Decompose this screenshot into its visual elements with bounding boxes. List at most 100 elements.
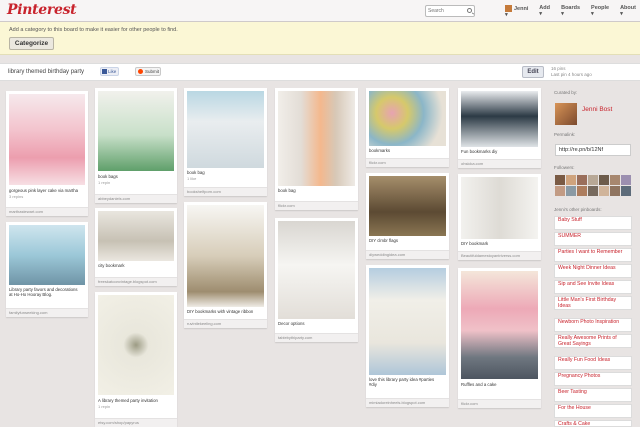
pin-source[interactable]: etsy.com/shop/papyrus	[98, 420, 139, 425]
curator-name[interactable]: Jenni Bost	[582, 106, 622, 113]
other-board-link[interactable]: Parties I want to Remember	[554, 248, 632, 262]
pin-card[interactable]: DIY bookmarks with vintage ribbon ruvint…	[184, 202, 267, 328]
other-board-link[interactable]: Week Night Dinner Ideas	[554, 264, 632, 278]
follower-avatar[interactable]	[577, 175, 587, 185]
follower-avatar[interactable]	[577, 186, 587, 196]
pin-image[interactable]	[98, 91, 174, 171]
pin-image[interactable]	[98, 211, 174, 261]
follower-avatar[interactable]	[566, 186, 576, 196]
search-input[interactable]	[426, 6, 464, 16]
follower-avatar[interactable]	[599, 175, 609, 185]
other-board-link[interactable]: Really Fun Food Ideas	[554, 356, 632, 370]
pin-source[interactable]: bookshelfporn.com	[187, 189, 221, 194]
other-board-link[interactable]: For the House	[554, 404, 632, 418]
pin-image[interactable]	[278, 221, 355, 319]
nav-boards[interactable]: Boards ▾	[561, 5, 584, 17]
other-board-link[interactable]: SUMMER	[554, 232, 632, 246]
pin-card[interactable]: A library themed party invitation 1 repi…	[95, 292, 177, 427]
pin-image[interactable]	[278, 91, 355, 186]
pin-card[interactable]: DIY clmbr flags diyweddingidea.com	[366, 173, 449, 259]
pin-source[interactable]: marthastewart.com	[9, 209, 43, 214]
other-board-link[interactable]: Baby Stuff	[554, 216, 632, 230]
follower-avatar[interactable]	[588, 186, 598, 196]
reddit-submit-button[interactable]: Submit	[135, 67, 161, 76]
pin-footer: diyweddingidea.com	[366, 250, 449, 259]
follower-avatar[interactable]	[588, 175, 598, 185]
pin-source[interactable]: familyfunseeking.com	[9, 310, 47, 315]
facebook-like-button[interactable]: Like	[100, 67, 119, 76]
pin-source[interactable]: Beautifuldamestoyantriverss.com	[461, 253, 520, 258]
pin-image[interactable]	[369, 176, 446, 236]
nav-add[interactable]: Add ▾	[539, 5, 554, 17]
other-board-link[interactable]: Newborn Photo Inspiration	[554, 318, 632, 332]
other-board-link[interactable]: Crafts & Cake	[554, 420, 632, 427]
pin-source[interactable]: ohsicka.com	[461, 161, 483, 166]
categorize-button[interactable]: Categorize	[9, 37, 54, 50]
pin-card[interactable]: Library party favors and decorations at …	[6, 222, 88, 317]
pin-card[interactable]: bookmarks flickr.com	[366, 88, 449, 167]
pin-source[interactable]: abbeydaniels.com	[98, 196, 130, 201]
pin-footer: familyfunseeking.com	[6, 308, 88, 317]
nav-user[interactable]: Jenni ▾	[505, 4, 532, 18]
pin-card[interactable]: Ruffles and a cake flickr.com	[458, 268, 541, 408]
reddit-icon	[138, 69, 143, 74]
pin-source[interactable]: flickr.com	[369, 160, 386, 165]
pin-card[interactable]: love this library party idea #parties #d…	[366, 265, 449, 407]
follower-avatar[interactable]	[599, 186, 609, 196]
permalink-field[interactable]	[555, 144, 631, 156]
pin-image[interactable]	[9, 225, 85, 285]
nav-about[interactable]: About ▾	[620, 5, 640, 17]
pin-description: love this library party idea #parties	[369, 377, 435, 382]
follower-avatar[interactable]	[566, 175, 576, 185]
pin-image[interactable]	[461, 91, 538, 147]
pin-source[interactable]: flickr.com	[278, 203, 295, 208]
follower-avatar[interactable]	[555, 175, 565, 185]
pin-image[interactable]	[187, 205, 264, 307]
pin-image[interactable]	[9, 94, 85, 185]
pin-image[interactable]	[369, 91, 446, 146]
pin-card[interactable]: DIY bookmark Beautifuldamestoyantriverss…	[458, 174, 541, 260]
pin-source[interactable]: mimiadoreinheels.blogspot.com	[369, 400, 425, 405]
other-board-link[interactable]: Pregnancy Photos	[554, 372, 632, 386]
pin-image[interactable]	[98, 295, 174, 395]
pin-image[interactable]	[461, 177, 538, 239]
pin-card[interactable]: Decor options tablebythiparty.com	[275, 218, 358, 342]
pin-source[interactable]: freeskatoonvintage.blogspot.com	[98, 279, 157, 284]
other-board-link[interactable]: Really Awesome Prints of Great Sayings	[554, 334, 632, 348]
other-board-link[interactable]: Beer Tasting	[554, 388, 632, 402]
edit-board-button[interactable]: Edit	[522, 66, 544, 78]
follower-avatar[interactable]	[610, 186, 620, 196]
follower-avatar[interactable]	[621, 175, 631, 185]
user-avatar-icon	[505, 4, 512, 12]
follower-avatar[interactable]	[621, 186, 631, 196]
pin-card[interactable]: Fun bookmarks diy ohsicka.com	[458, 88, 541, 168]
board-header	[0, 63, 640, 81]
pin-description: DIY bookmarks with vintage ribbon	[187, 309, 254, 314]
pin-source[interactable]: ruvintlekeeling.com	[187, 321, 221, 326]
pin-image[interactable]	[187, 91, 264, 168]
pin-image[interactable]	[461, 271, 538, 379]
pin-image[interactable]	[369, 268, 446, 375]
pin-description: Decor options	[278, 321, 305, 326]
pin-card[interactable]: city bookmark freeskatoonvintage.blogspo…	[95, 208, 177, 286]
curator-avatar[interactable]	[555, 103, 577, 125]
pin-source[interactable]: diyweddingidea.com	[369, 252, 405, 257]
pin-card[interactable]: book bags 1 repin abbeydaniels.com	[95, 88, 177, 203]
other-board-link[interactable]: Little Man's First Birthday Ideas	[554, 296, 632, 310]
pin-source[interactable]: flickr.com	[461, 401, 478, 406]
follower-avatar[interactable]	[555, 186, 565, 196]
search-icon[interactable]	[467, 8, 472, 13]
board-title: library themed birthday party	[8, 69, 85, 75]
search-box[interactable]	[425, 5, 475, 17]
pin-card[interactable]: gorgeous pink layer cake via martha 3 re…	[6, 91, 88, 216]
pin-footer: ohsicka.com	[458, 159, 541, 168]
main-nav: Jenni ▾ Add ▾ Boards ▾ People ▾ About ▾	[505, 4, 640, 18]
other-board-link[interactable]: Sip and See Invite Ideas	[554, 280, 632, 294]
nav-people[interactable]: People ▾	[591, 5, 613, 17]
follower-avatar[interactable]	[610, 175, 620, 185]
pin-source[interactable]: tablebythiparty.com	[278, 335, 312, 340]
pinterest-logo[interactable]: Pinterest	[7, 2, 77, 18]
pin-card[interactable]: book bag flickr.com	[275, 88, 358, 210]
pin-card[interactable]: book bag 1 like bookshelfporn.com	[184, 88, 267, 196]
pin-description: book bag	[187, 170, 205, 175]
